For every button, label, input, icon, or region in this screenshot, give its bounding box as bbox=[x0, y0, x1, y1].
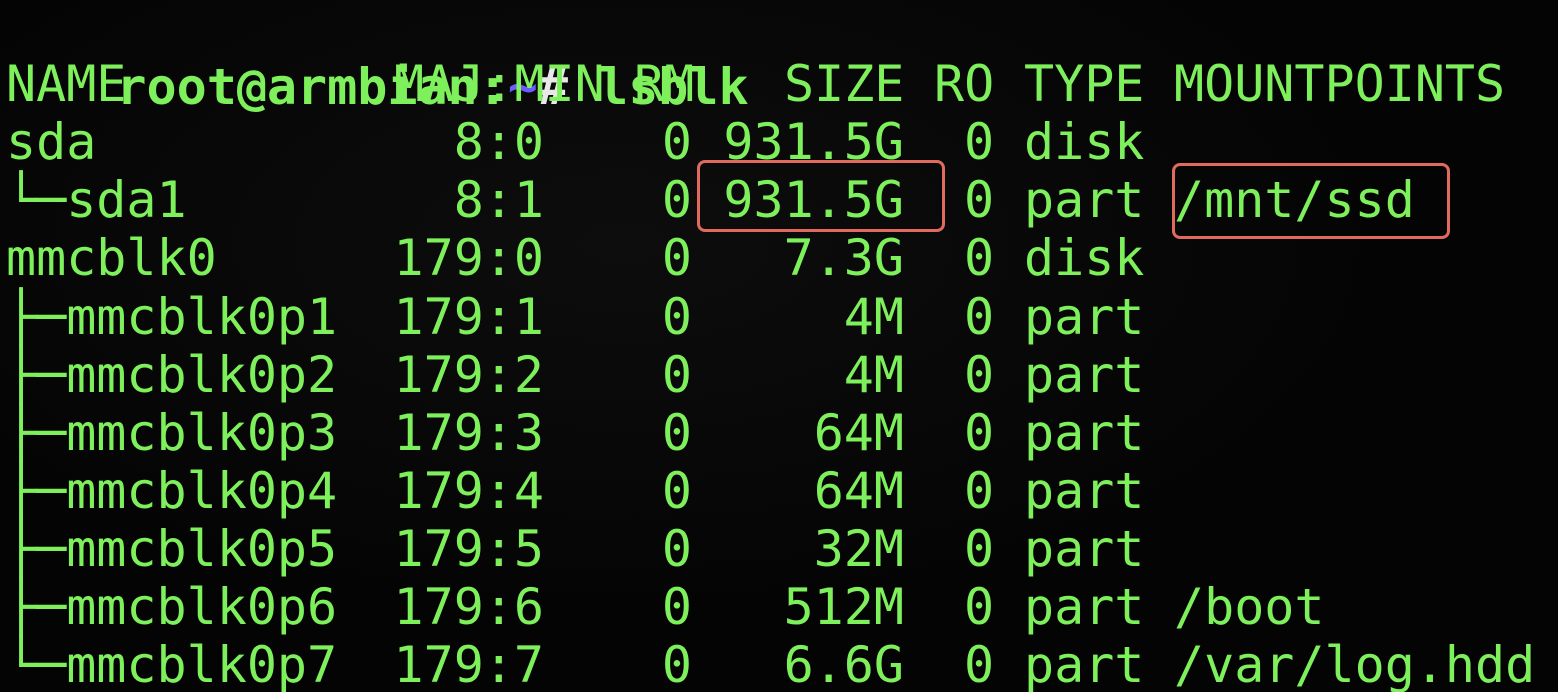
cell-size: 4M bbox=[843, 346, 904, 404]
header-size: SIZE bbox=[784, 55, 905, 113]
table-row: ├─mmcblk0p6 179:6 0 512M 0 part/boot bbox=[0, 578, 1558, 636]
table-row: ├─mmcblk0p1 179:1 0 4M 0 part bbox=[0, 288, 1558, 346]
cell-ro: 0 bbox=[964, 171, 995, 229]
cell-mountpoint: /var/log.hdd bbox=[1174, 636, 1536, 692]
cell-majmin: 179:3 bbox=[393, 404, 544, 462]
cell-size: 6.6G bbox=[783, 636, 904, 692]
cell-size: 64M bbox=[813, 404, 904, 462]
cell-ro: 0 bbox=[964, 288, 995, 346]
cell-name: ├─mmcblk0p2 bbox=[6, 346, 338, 404]
cell-type: part bbox=[1024, 288, 1145, 346]
cell-name: └─mmcblk0p7 bbox=[6, 636, 338, 692]
cell-majmin: 179:1 bbox=[393, 288, 544, 346]
cell-rm: 0 bbox=[661, 288, 692, 346]
mountpoint-highlight-box bbox=[1172, 163, 1450, 239]
cell-size: 4M bbox=[843, 288, 904, 346]
cell-type: part bbox=[1024, 462, 1145, 520]
header-rm: RM bbox=[634, 55, 695, 113]
cell-majmin: 179:7 bbox=[393, 636, 544, 692]
cell-majmin: 179:2 bbox=[393, 346, 544, 404]
cell-size: 512M bbox=[783, 578, 904, 636]
cell-name: ├─mmcblk0p4 bbox=[6, 462, 338, 520]
cell-ro: 0 bbox=[964, 636, 995, 692]
cell-rm: 0 bbox=[661, 462, 692, 520]
cell-ro: 0 bbox=[964, 578, 995, 636]
cell-ro: 0 bbox=[964, 113, 995, 171]
table-row: ├─mmcblk0p5 179:5 0 32M 0 part bbox=[0, 520, 1558, 578]
cell-name: mmcblk0 bbox=[6, 229, 217, 287]
cell-ro: 0 bbox=[964, 346, 995, 404]
cell-name: ├─mmcblk0p1 bbox=[6, 288, 338, 346]
cell-size: 64M bbox=[813, 462, 904, 520]
header-name: NAME bbox=[6, 55, 127, 113]
cell-ro: 0 bbox=[964, 462, 995, 520]
terminal-window[interactable]: root@armbian:~# lsblk NAME MAJ:MIN RM SI… bbox=[0, 0, 1558, 692]
cell-type: part bbox=[1024, 171, 1145, 229]
cell-type: part bbox=[1024, 346, 1145, 404]
cell-type: part bbox=[1024, 578, 1145, 636]
prompt-line: root@armbian:~# lsblk bbox=[0, 0, 748, 116]
cell-type: part bbox=[1024, 520, 1145, 578]
table-row: ├─mmcblk0p4 179:4 0 64M 0 part bbox=[0, 462, 1558, 520]
table-row: ├─mmcblk0p3 179:3 0 64M 0 part bbox=[0, 404, 1558, 462]
cell-name: ├─mmcblk0p5 bbox=[6, 520, 338, 578]
cell-ro: 0 bbox=[964, 404, 995, 462]
cell-rm: 0 bbox=[661, 520, 692, 578]
cell-majmin: 179:6 bbox=[393, 578, 544, 636]
cell-name: └─sda1 bbox=[6, 171, 187, 229]
cell-majmin: 179:4 bbox=[393, 462, 544, 520]
cell-size: 7.3G bbox=[783, 229, 904, 287]
cell-rm: 0 bbox=[661, 636, 692, 692]
cell-type: disk bbox=[1024, 113, 1145, 171]
header-type: TYPE bbox=[1024, 55, 1145, 113]
cell-ro: 0 bbox=[964, 229, 995, 287]
cell-majmin: 8:0 bbox=[453, 113, 544, 171]
table-row: ├─mmcblk0p2 179:2 0 4M 0 part bbox=[0, 346, 1558, 404]
cell-type: disk bbox=[1024, 229, 1145, 287]
cell-majmin: 179:0 bbox=[393, 229, 544, 287]
cell-majmin: 179:5 bbox=[393, 520, 544, 578]
header-ro: RO bbox=[934, 55, 995, 113]
cell-rm: 0 bbox=[661, 113, 692, 171]
cell-rm: 0 bbox=[661, 346, 692, 404]
cell-rm: 0 bbox=[661, 229, 692, 287]
cell-type: part bbox=[1024, 404, 1145, 462]
cell-rm: 0 bbox=[661, 404, 692, 462]
cell-rm: 0 bbox=[661, 578, 692, 636]
cell-ro: 0 bbox=[964, 520, 995, 578]
cell-type: part bbox=[1024, 636, 1145, 692]
cell-size: 32M bbox=[813, 520, 904, 578]
cell-name: ├─mmcblk0p6 bbox=[6, 578, 338, 636]
size-highlight-box bbox=[697, 160, 945, 232]
header-mountpoints: MOUNTPOINTS bbox=[1174, 55, 1506, 113]
header-majmin: MAJ:MIN bbox=[394, 55, 605, 113]
cell-mountpoint: /boot bbox=[1174, 578, 1325, 636]
cell-name: ├─mmcblk0p3 bbox=[6, 404, 338, 462]
table-row: └─mmcblk0p7 179:7 0 6.6G 0 part/var/log.hdd bbox=[0, 636, 1558, 692]
cell-name: sda bbox=[6, 113, 97, 171]
cell-majmin: 8:1 bbox=[453, 171, 544, 229]
cell-rm: 0 bbox=[661, 171, 692, 229]
table-header: NAME MAJ:MIN RM SIZE RO TYPE MOUNTPOINTS bbox=[0, 55, 1558, 113]
